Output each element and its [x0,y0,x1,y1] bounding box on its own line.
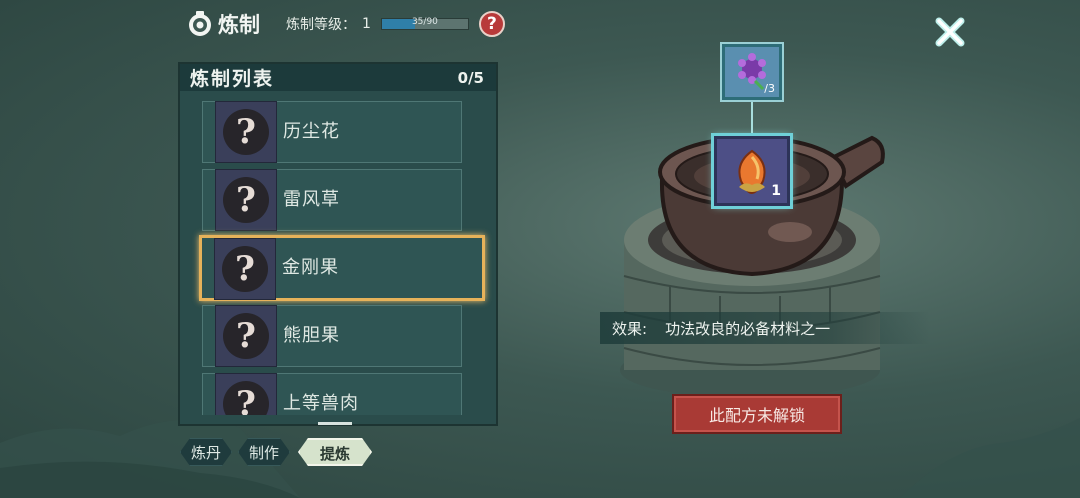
question-mark-icon: ? [223,177,269,223]
recipe-item-4[interactable]: ? 上等兽肉 [202,373,462,415]
question-mark-icon: ? [223,381,269,415]
recipe-name: 金刚果 [282,257,339,278]
ingredient-slot[interactable]: /3 [722,44,782,100]
page-title: 炼制 [218,13,260,37]
header-bar: 炼制 炼制等级： 1 35/90 ? [186,8,505,40]
recipe-name: 上等兽肉 [283,393,359,414]
background-mountains [0,418,1080,498]
recipe-name: 熊胆果 [283,325,340,346]
recipe-item-2-selected[interactable]: ? 金刚果 [199,235,485,301]
refine-level-value: 1 [362,16,371,32]
list-scroll-indicator [318,422,352,425]
ingredient-count: /3 [764,82,775,95]
help-button[interactable]: ? [478,11,505,37]
recipe-thumb: ? [215,169,277,231]
recipe-list[interactable]: ? 历尘花 ? 雷风草 ? 金刚果 ? 熊胆果 ? 上等兽肉 [180,93,496,415]
recipe-thumb: ? [215,305,277,367]
recipe-item-1[interactable]: ? 雷风草 [202,169,462,231]
recipe-list-panel: 炼制列表 0/5 ? 历尘花 ? 雷风草 ? 金刚果 ? 熊胆果 ? 上等兽肉 [178,62,498,426]
recipe-locked-button[interactable]: 此配方未解锁 [672,394,842,434]
recipe-thumb: ? [214,238,276,300]
recipe-connector-line [751,100,753,136]
product-slot[interactable]: 1 [714,136,790,206]
tab-refine[interactable]: 提炼 [298,438,372,466]
effect-label: 效果: [612,319,648,338]
effect-row: 效果: 功法改良的必备材料之一 [600,312,930,344]
refine-exp-text: 35/90 [411,17,438,27]
tab-craft[interactable]: 制作 [238,438,290,466]
question-mark-icon: ? [223,313,269,359]
recipe-item-0[interactable]: ? 历尘花 [202,101,462,163]
refine-level-label: 炼制等级： [286,17,356,33]
recipe-name: 历尘花 [283,121,340,142]
question-mark-icon: ? [223,109,269,155]
effect-text: 功法改良的必备材料之一 [665,319,831,338]
close-icon [935,17,965,47]
question-mark-icon: ? [222,246,268,292]
close-button[interactable] [930,12,970,52]
recipe-item-3[interactable]: ? 熊胆果 [202,305,462,367]
recipe-list-count: 0/5 [457,68,484,87]
recipe-list-title: 炼制列表 [190,68,275,90]
refine-exp-bar: 35/90 [380,17,469,30]
recipe-list-header: 炼制列表 0/5 [180,64,496,91]
recipe-thumb: ? [215,373,277,415]
product-count: 1 [771,183,781,199]
recipe-thumb: ? [215,101,277,163]
refining-emblem-icon [189,11,211,36]
recipe-name: 雷风草 [283,189,340,210]
tab-alchemy[interactable]: 炼丹 [180,438,232,466]
